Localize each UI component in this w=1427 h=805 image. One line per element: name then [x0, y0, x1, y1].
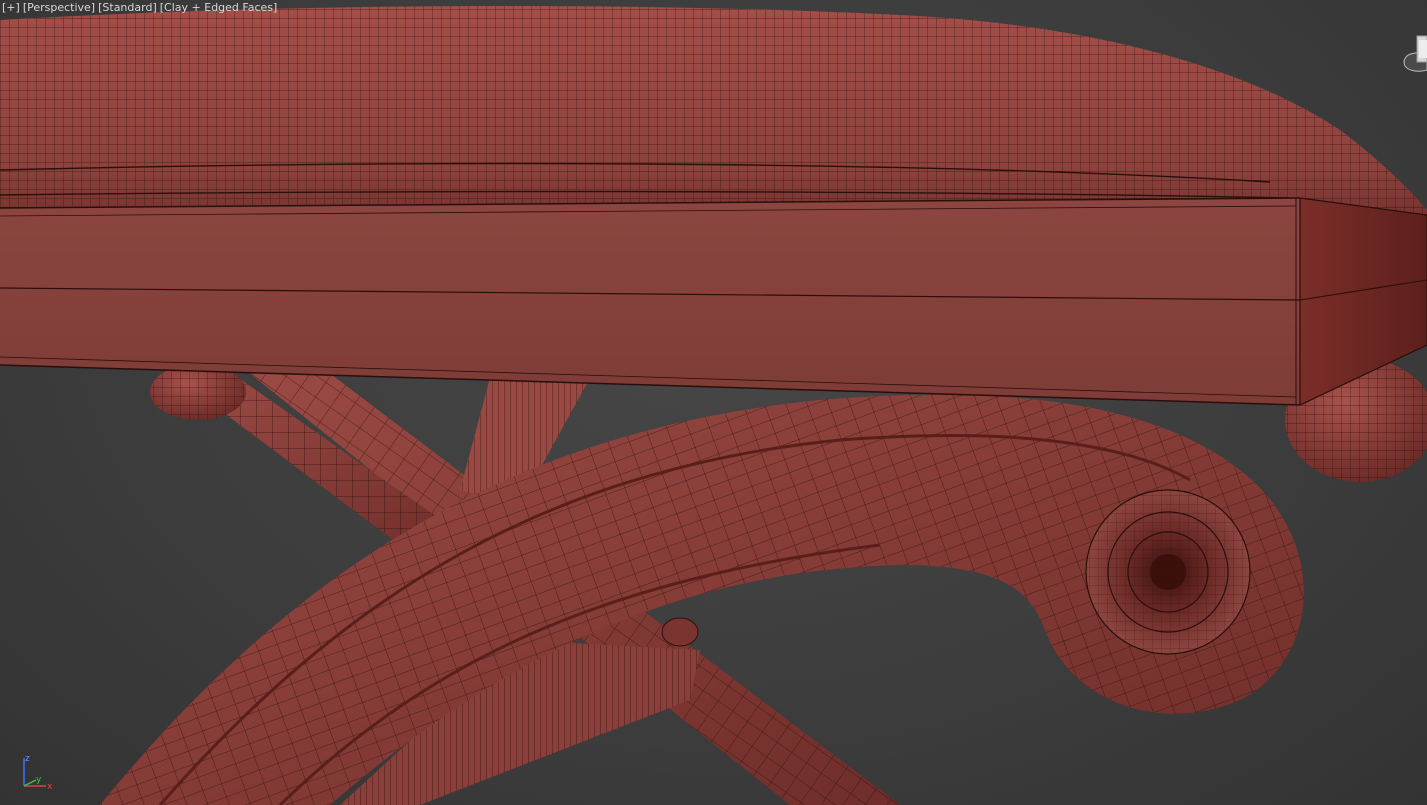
viewcube-icon[interactable] — [1397, 30, 1427, 76]
axis-label-x: x — [47, 782, 53, 792]
viewport-scene[interactable] — [0, 0, 1427, 805]
axis-label-z: z — [25, 754, 30, 764]
3d-viewport[interactable]: [+] [Perspective] [Standard] [Clay + Edged … — [0, 0, 1427, 805]
axis-tripod-icon: z y x — [23, 754, 53, 792]
viewport-shading-mode-menu[interactable]: [Clay + Edged Faces] — [160, 1, 278, 14]
viewport-pov-menu[interactable]: [Perspective] — [23, 1, 95, 14]
viewport-shading-quality-menu[interactable]: [Standard] — [98, 1, 157, 14]
axis-label-y: y — [36, 775, 42, 785]
leg-bolt — [661, 617, 699, 647]
viewport-label-menus: [+] [Perspective] [Standard] [Clay + Edged … — [2, 1, 280, 15]
front-scroll-leg — [100, 394, 1304, 805]
viewport-menu-plus[interactable]: [+] — [2, 1, 20, 14]
